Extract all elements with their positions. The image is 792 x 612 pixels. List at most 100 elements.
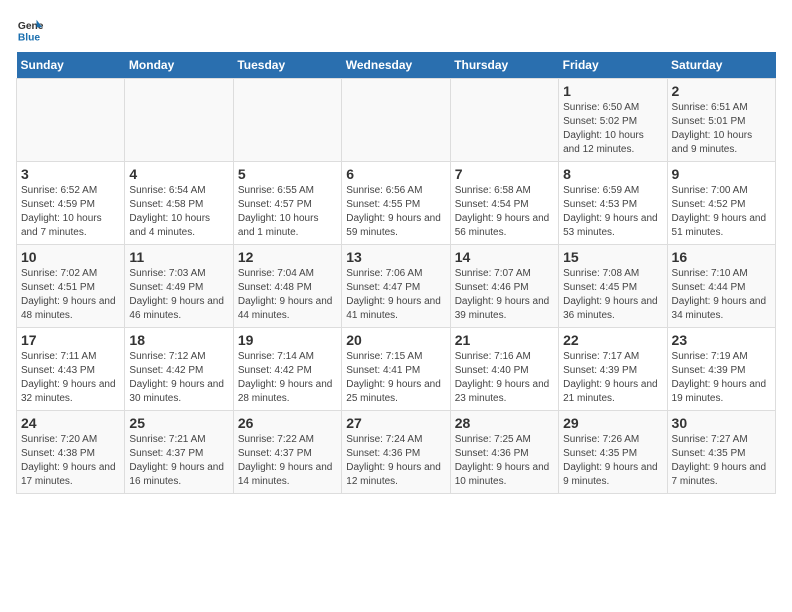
day-info: Sunrise: 7:07 AM Sunset: 4:46 PM Dayligh… (455, 267, 554, 323)
day-number: 17 (21, 332, 120, 348)
calendar-cell: 7 Sunrise: 6:58 AM Sunset: 4:54 PM Daylig… (450, 162, 558, 245)
day-number: 30 (672, 415, 771, 431)
day-header-wednesday: Wednesday (342, 52, 450, 79)
day-number: 28 (455, 415, 554, 431)
day-number: 12 (238, 249, 337, 265)
day-number: 18 (129, 332, 228, 348)
day-number: 20 (346, 332, 445, 348)
day-header-thursday: Thursday (450, 52, 558, 79)
day-number: 26 (238, 415, 337, 431)
day-number: 1 (563, 83, 662, 99)
day-number: 14 (455, 249, 554, 265)
calendar-cell (17, 79, 125, 162)
svg-text:Blue: Blue (18, 32, 41, 43)
day-info: Sunrise: 7:20 AM Sunset: 4:38 PM Dayligh… (21, 433, 120, 489)
calendar-cell (450, 79, 558, 162)
calendar-cell (233, 79, 341, 162)
day-number: 23 (672, 332, 771, 348)
day-number: 24 (21, 415, 120, 431)
calendar-cell: 4 Sunrise: 6:54 AM Sunset: 4:58 PM Daylig… (125, 162, 233, 245)
calendar-week-row: 3Sunrise: 6:52 AM Sunset: 4:59 PM Daylig… (17, 162, 776, 245)
day-number: 7 (455, 166, 554, 182)
day-info: Sunrise: 7:02 AM Sunset: 4:51 PM Dayligh… (21, 267, 120, 323)
day-info: Sunrise: 7:22 AM Sunset: 4:37 PM Dayligh… (238, 433, 337, 489)
calendar-cell: 2Sunrise: 6:51 AM Sunset: 5:01 PM Daylig… (667, 79, 775, 162)
day-header-friday: Friday (559, 52, 667, 79)
day-number: 29 (563, 415, 662, 431)
day-info: Sunrise: 7:25 AM Sunset: 4:36 PM Dayligh… (455, 433, 554, 489)
calendar-cell: 6 Sunrise: 6:56 AM Sunset: 4:55 PM Daylig… (342, 162, 450, 245)
calendar-cell: 30 Sunrise: 7:27 AM Sunset: 4:35 PM Dayli… (667, 411, 775, 494)
calendar-cell (125, 79, 233, 162)
calendar-cell: 16Sunrise: 7:10 AM Sunset: 4:44 PM Dayli… (667, 245, 775, 328)
day-number: 21 (455, 332, 554, 348)
day-info: Sunrise: 7:26 AM Sunset: 4:35 PM Dayligh… (563, 433, 662, 489)
day-number: 16 (672, 249, 771, 265)
calendar-cell: 28 Sunrise: 7:25 AM Sunset: 4:36 PM Dayli… (450, 411, 558, 494)
calendar-header-row: SundayMondayTuesdayWednesdayThursdayFrid… (17, 52, 776, 79)
day-info: Sunrise: 6:51 AM Sunset: 5:01 PM Dayligh… (672, 101, 771, 157)
calendar-cell: 25 Sunrise: 7:21 AM Sunset: 4:37 PM Dayli… (125, 411, 233, 494)
calendar-cell: 13 Sunrise: 7:06 AM Sunset: 4:47 PM Dayli… (342, 245, 450, 328)
logo: General Blue (16, 16, 48, 44)
calendar-cell: 12 Sunrise: 7:04 AM Sunset: 4:48 PM Dayli… (233, 245, 341, 328)
day-number: 8 (563, 166, 662, 182)
day-info: Sunrise: 6:54 AM Sunset: 4:58 PM Dayligh… (129, 184, 228, 240)
day-number: 11 (129, 249, 228, 265)
calendar-cell: 3Sunrise: 6:52 AM Sunset: 4:59 PM Daylig… (17, 162, 125, 245)
day-info: Sunrise: 7:03 AM Sunset: 4:49 PM Dayligh… (129, 267, 228, 323)
day-info: Sunrise: 7:04 AM Sunset: 4:48 PM Dayligh… (238, 267, 337, 323)
calendar-cell: 23 Sunrise: 7:19 AM Sunset: 4:39 PM Dayli… (667, 328, 775, 411)
day-number: 10 (21, 249, 120, 265)
day-info: Sunrise: 6:59 AM Sunset: 4:53 PM Dayligh… (563, 184, 662, 240)
calendar-cell: 18Sunrise: 7:12 AM Sunset: 4:42 PM Dayli… (125, 328, 233, 411)
day-info: Sunrise: 7:06 AM Sunset: 4:47 PM Dayligh… (346, 267, 445, 323)
calendar-week-row: 24 Sunrise: 7:20 AM Sunset: 4:38 PM Dayli… (17, 411, 776, 494)
day-number: 6 (346, 166, 445, 182)
day-header-saturday: Saturday (667, 52, 775, 79)
calendar-cell: 26 Sunrise: 7:22 AM Sunset: 4:37 PM Dayli… (233, 411, 341, 494)
day-number: 27 (346, 415, 445, 431)
day-info: Sunrise: 7:24 AM Sunset: 4:36 PM Dayligh… (346, 433, 445, 489)
day-info: Sunrise: 6:50 AM Sunset: 5:02 PM Dayligh… (563, 101, 662, 157)
day-number: 13 (346, 249, 445, 265)
day-number: 25 (129, 415, 228, 431)
calendar-cell: 10 Sunrise: 7:02 AM Sunset: 4:51 PM Dayli… (17, 245, 125, 328)
calendar-cell: 11 Sunrise: 7:03 AM Sunset: 4:49 PM Dayli… (125, 245, 233, 328)
calendar-cell: 19 Sunrise: 7:14 AM Sunset: 4:42 PM Dayli… (233, 328, 341, 411)
day-info: Sunrise: 7:15 AM Sunset: 4:41 PM Dayligh… (346, 350, 445, 406)
day-info: Sunrise: 7:14 AM Sunset: 4:42 PM Dayligh… (238, 350, 337, 406)
calendar-week-row: 10 Sunrise: 7:02 AM Sunset: 4:51 PM Dayli… (17, 245, 776, 328)
calendar-cell: 20 Sunrise: 7:15 AM Sunset: 4:41 PM Dayli… (342, 328, 450, 411)
day-info: Sunrise: 7:19 AM Sunset: 4:39 PM Dayligh… (672, 350, 771, 406)
header: General Blue (16, 16, 776, 44)
calendar-table: SundayMondayTuesdayWednesdayThursdayFrid… (16, 52, 776, 494)
day-number: 15 (563, 249, 662, 265)
calendar-cell: 5Sunrise: 6:55 AM Sunset: 4:57 PM Daylig… (233, 162, 341, 245)
calendar-cell: 17 Sunrise: 7:11 AM Sunset: 4:43 PM Dayli… (17, 328, 125, 411)
day-header-tuesday: Tuesday (233, 52, 341, 79)
day-info: Sunrise: 7:16 AM Sunset: 4:40 PM Dayligh… (455, 350, 554, 406)
calendar-cell: 22Sunrise: 7:17 AM Sunset: 4:39 PM Dayli… (559, 328, 667, 411)
calendar-cell: 29 Sunrise: 7:26 AM Sunset: 4:35 PM Dayli… (559, 411, 667, 494)
day-info: Sunrise: 6:56 AM Sunset: 4:55 PM Dayligh… (346, 184, 445, 240)
day-info: Sunrise: 7:08 AM Sunset: 4:45 PM Dayligh… (563, 267, 662, 323)
day-number: 4 (129, 166, 228, 182)
calendar-week-row: 17 Sunrise: 7:11 AM Sunset: 4:43 PM Dayli… (17, 328, 776, 411)
day-info: Sunrise: 6:55 AM Sunset: 4:57 PM Dayligh… (238, 184, 337, 240)
calendar-cell: 27 Sunrise: 7:24 AM Sunset: 4:36 PM Dayli… (342, 411, 450, 494)
calendar-cell: 9Sunrise: 7:00 AM Sunset: 4:52 PM Daylig… (667, 162, 775, 245)
day-info: Sunrise: 7:11 AM Sunset: 4:43 PM Dayligh… (21, 350, 120, 406)
logo-icon: General Blue (16, 16, 44, 44)
day-number: 9 (672, 166, 771, 182)
day-number: 19 (238, 332, 337, 348)
day-number: 3 (21, 166, 120, 182)
day-header-sunday: Sunday (17, 52, 125, 79)
day-info: Sunrise: 7:21 AM Sunset: 4:37 PM Dayligh… (129, 433, 228, 489)
day-info: Sunrise: 7:27 AM Sunset: 4:35 PM Dayligh… (672, 433, 771, 489)
calendar-cell: 24 Sunrise: 7:20 AM Sunset: 4:38 PM Dayli… (17, 411, 125, 494)
calendar-cell (342, 79, 450, 162)
day-header-monday: Monday (125, 52, 233, 79)
calendar-cell: 21 Sunrise: 7:16 AM Sunset: 4:40 PM Dayli… (450, 328, 558, 411)
day-info: Sunrise: 6:58 AM Sunset: 4:54 PM Dayligh… (455, 184, 554, 240)
